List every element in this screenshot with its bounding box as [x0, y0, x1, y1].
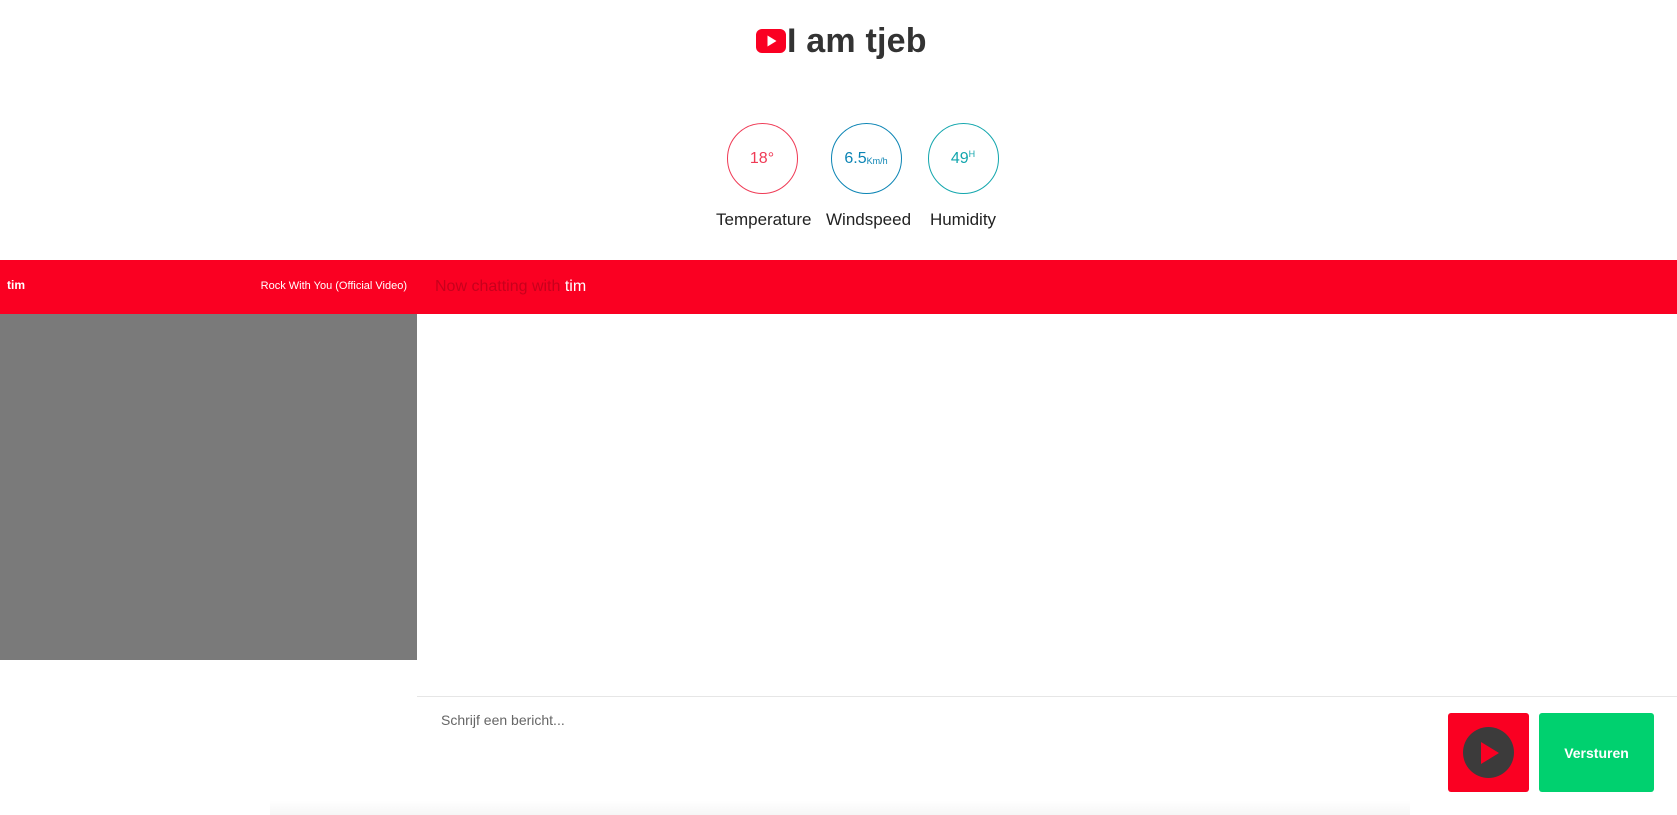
now-playing-bar: tim Rock With You (Official Video): [0, 260, 417, 314]
play-icon: [1463, 727, 1514, 778]
temperature-label: Temperature: [716, 210, 812, 229]
message-input[interactable]: [417, 698, 1437, 798]
chat-header-prefix: Now chatting with: [435, 278, 561, 295]
windspeed-circle: 6.5 Km/h: [830, 123, 902, 194]
humidity-unit: H: [968, 148, 976, 159]
weather-temperature: 18° Temperature: [716, 123, 812, 230]
message-composer: Versturen: [417, 696, 1677, 815]
play-button[interactable]: [1448, 713, 1529, 792]
footer-shadow: [270, 800, 1410, 815]
weather-panel: 18° Temperature 6.5 Km/h Windspeed 49 H Hu…: [0, 123, 1677, 233]
youtube-icon: [756, 29, 786, 53]
chat-header: Now chatting with tim: [417, 260, 1677, 314]
brand: I am tjeb: [756, 20, 927, 62]
weather-humidity: 49 H Humidity: [927, 123, 999, 230]
humidity-label: Humidity: [929, 210, 997, 229]
humidity-value: 49: [950, 149, 969, 167]
chat-header-text: Now chatting with tim: [435, 278, 586, 296]
temperature-circle: 18°: [726, 123, 798, 194]
page-title: I am tjeb: [787, 22, 927, 60]
page-header: I am tjeb: [0, 0, 1677, 80]
play-triangle: [1480, 741, 1499, 764]
windspeed-value: 6.5: [844, 149, 867, 167]
humidity-circle: 49 H: [927, 123, 999, 194]
windspeed-label: Windspeed: [826, 210, 912, 229]
chat-partner-name: tim: [564, 278, 587, 295]
send-button[interactable]: Versturen: [1539, 713, 1654, 792]
windspeed-unit: Km/h: [866, 155, 888, 166]
video-player[interactable]: [0, 314, 417, 660]
temperature-value: 18°: [749, 149, 775, 167]
now-playing-title: Rock With You (Official Video): [260, 280, 407, 292]
weather-windspeed: 6.5 Km/h Windspeed: [826, 123, 912, 230]
chat-messages: [417, 314, 1677, 696]
now-playing-user: tim: [7, 278, 25, 292]
